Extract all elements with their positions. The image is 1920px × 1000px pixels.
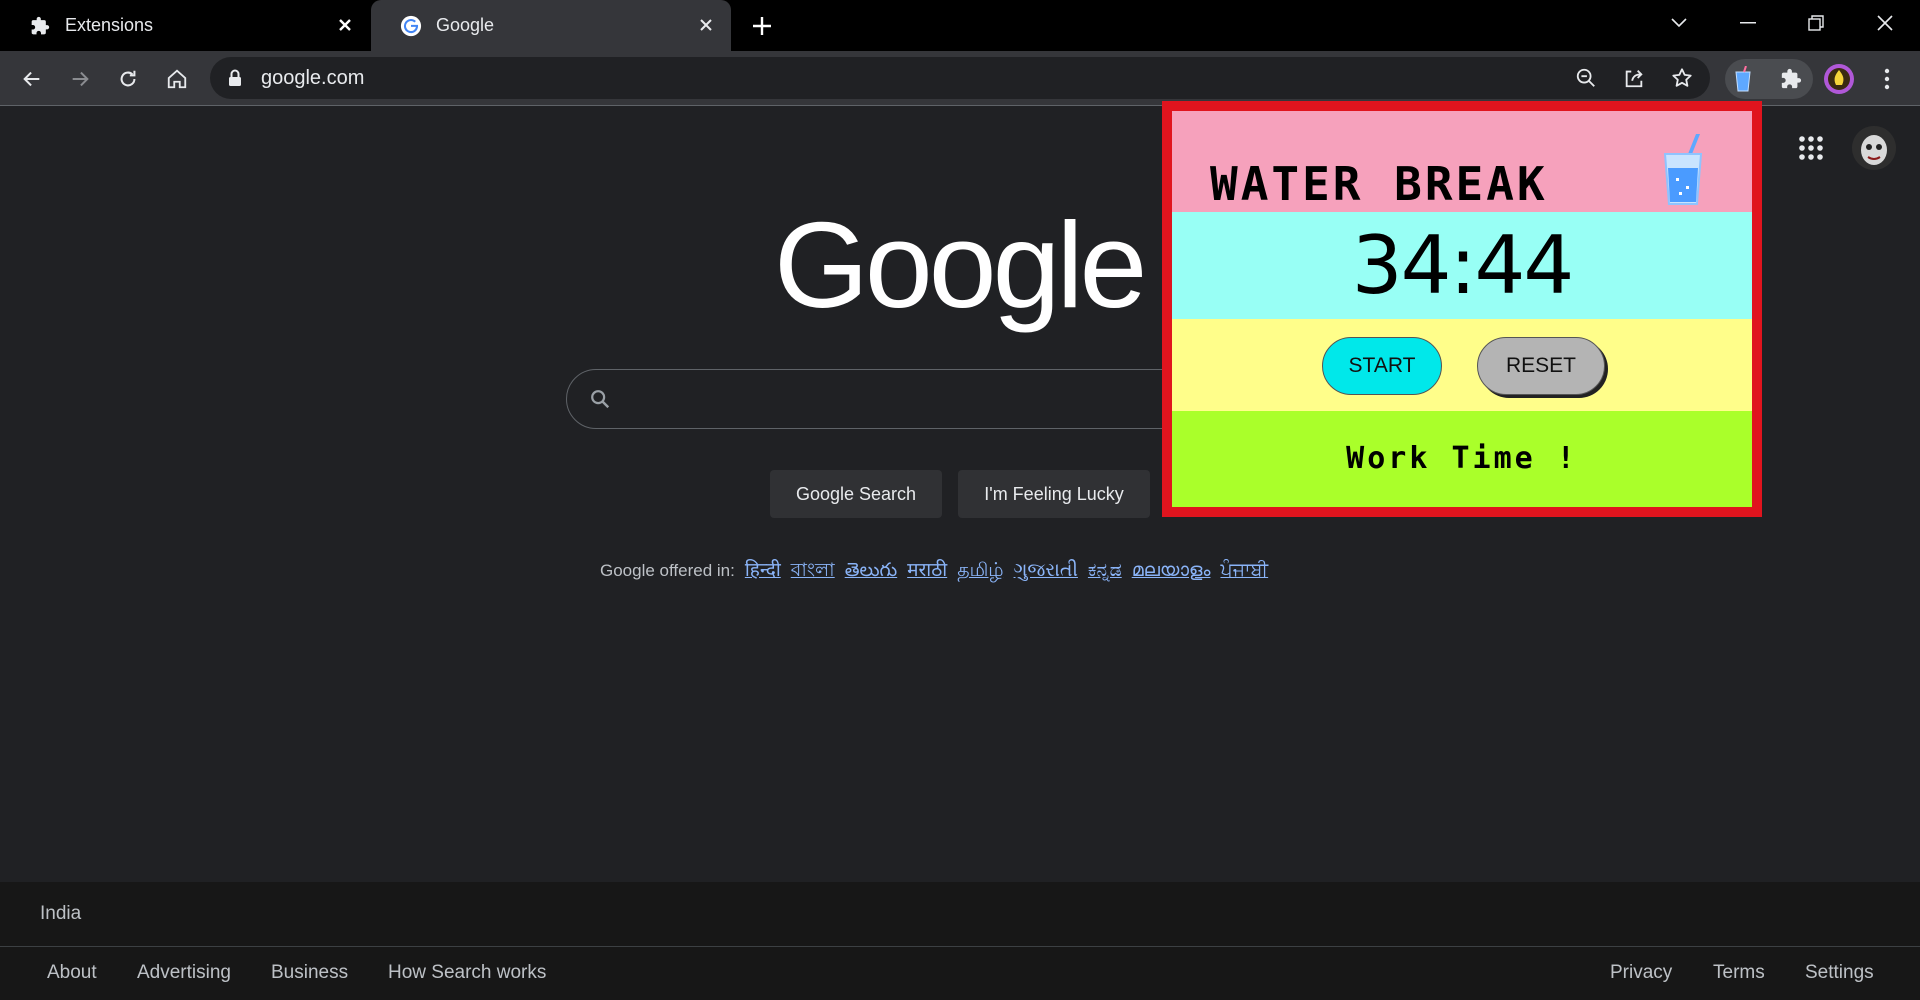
extensions-puzzle-icon[interactable] (1773, 61, 1809, 97)
url-text[interactable]: google.com (261, 57, 364, 99)
account-avatar[interactable] (1852, 126, 1896, 170)
offered-label: Google offered in: (600, 561, 735, 580)
popup-buttons-band: START RESET (1172, 319, 1752, 411)
footer-link-terms[interactable]: Terms (1713, 946, 1765, 1000)
home-button[interactable] (159, 61, 195, 97)
back-button[interactable] (14, 61, 50, 97)
water-break-extension-icon[interactable] (1725, 61, 1761, 97)
lock-icon[interactable] (228, 69, 242, 92)
profile-avatar-icon[interactable] (1821, 61, 1857, 97)
browser-toolbar: google.com (0, 51, 1920, 106)
popup-title: WATER BREAK (1210, 157, 1548, 211)
footer-link-how-search-works[interactable]: How Search works (388, 946, 546, 1000)
countdown-timer: 34:44 (1351, 219, 1575, 312)
language-link[interactable]: தமிழ் (957, 560, 1003, 581)
popup-timer-band: 34:44 (1172, 212, 1752, 319)
status-message: Work Time ! (1346, 441, 1578, 476)
language-link[interactable]: ગુજરાતી (1014, 560, 1078, 581)
footer-link-privacy[interactable]: Privacy (1610, 946, 1672, 1000)
close-window-icon[interactable] (1867, 8, 1903, 38)
tab-title: Google (436, 15, 495, 35)
google-g-icon (400, 15, 422, 37)
languages-offered: Google offered in: हिन्दी বাংলা తెలుగు मराठी… (600, 556, 1268, 588)
language-link[interactable]: తెలుగు (845, 560, 897, 581)
footer-link-business[interactable]: Business (271, 946, 348, 1000)
browser-menu-icon[interactable] (1869, 61, 1905, 97)
popup-title-band: WATER BREAK (1172, 111, 1752, 212)
water-break-popup: WATER BREAK 34:44 START RESET Work Time … (1162, 101, 1762, 517)
google-search-button[interactable]: Google Search (770, 470, 942, 518)
language-link[interactable]: ਪੰਜਾਬੀ (1220, 560, 1268, 581)
address-bar[interactable]: google.com (210, 57, 1710, 99)
zoom-out-icon[interactable] (1571, 63, 1601, 93)
bookmark-star-icon[interactable] (1667, 63, 1697, 93)
footer-link-advertising[interactable]: Advertising (137, 946, 231, 1000)
close-tab-icon[interactable] (334, 14, 356, 36)
language-link[interactable]: ಕನ್ನಡ (1088, 560, 1122, 581)
tab-extensions[interactable]: Extensions (0, 0, 370, 51)
reload-button[interactable] (110, 61, 146, 97)
footer-link-settings[interactable]: Settings (1805, 946, 1874, 1000)
google-apps-icon[interactable] (1797, 134, 1825, 162)
start-button[interactable]: START (1322, 337, 1442, 395)
language-link[interactable]: मराठी (907, 560, 947, 581)
tab-search-icon[interactable] (1661, 8, 1697, 38)
footer-country: India (40, 903, 82, 924)
close-tab-icon[interactable] (695, 14, 717, 36)
tab-google[interactable]: Google (371, 0, 731, 51)
footer-link-about[interactable]: About (47, 946, 97, 1000)
popup-status-band: Work Time ! (1172, 411, 1752, 507)
restore-icon[interactable] (1798, 8, 1834, 38)
reset-button[interactable]: RESET (1477, 337, 1605, 395)
footer: India About Advertising Business How Sea… (0, 882, 1920, 1000)
language-link[interactable]: മലയാളം (1132, 560, 1211, 581)
tab-title: Extensions (65, 15, 154, 35)
new-tab-button[interactable] (748, 12, 776, 40)
feeling-lucky-button[interactable]: I'm Feeling Lucky (958, 470, 1150, 518)
language-link[interactable]: বাংলা (791, 560, 835, 581)
google-logo: Google (774, 197, 1147, 333)
forward-button[interactable] (62, 61, 98, 97)
language-link[interactable]: हिन्दी (745, 560, 781, 581)
share-icon[interactable] (1619, 63, 1649, 93)
tab-strip: Extensions Google (0, 0, 1920, 51)
search-icon (589, 388, 611, 415)
minimize-icon[interactable] (1730, 8, 1766, 38)
puzzle-icon (29, 15, 51, 37)
water-cup-icon (1662, 134, 1704, 211)
